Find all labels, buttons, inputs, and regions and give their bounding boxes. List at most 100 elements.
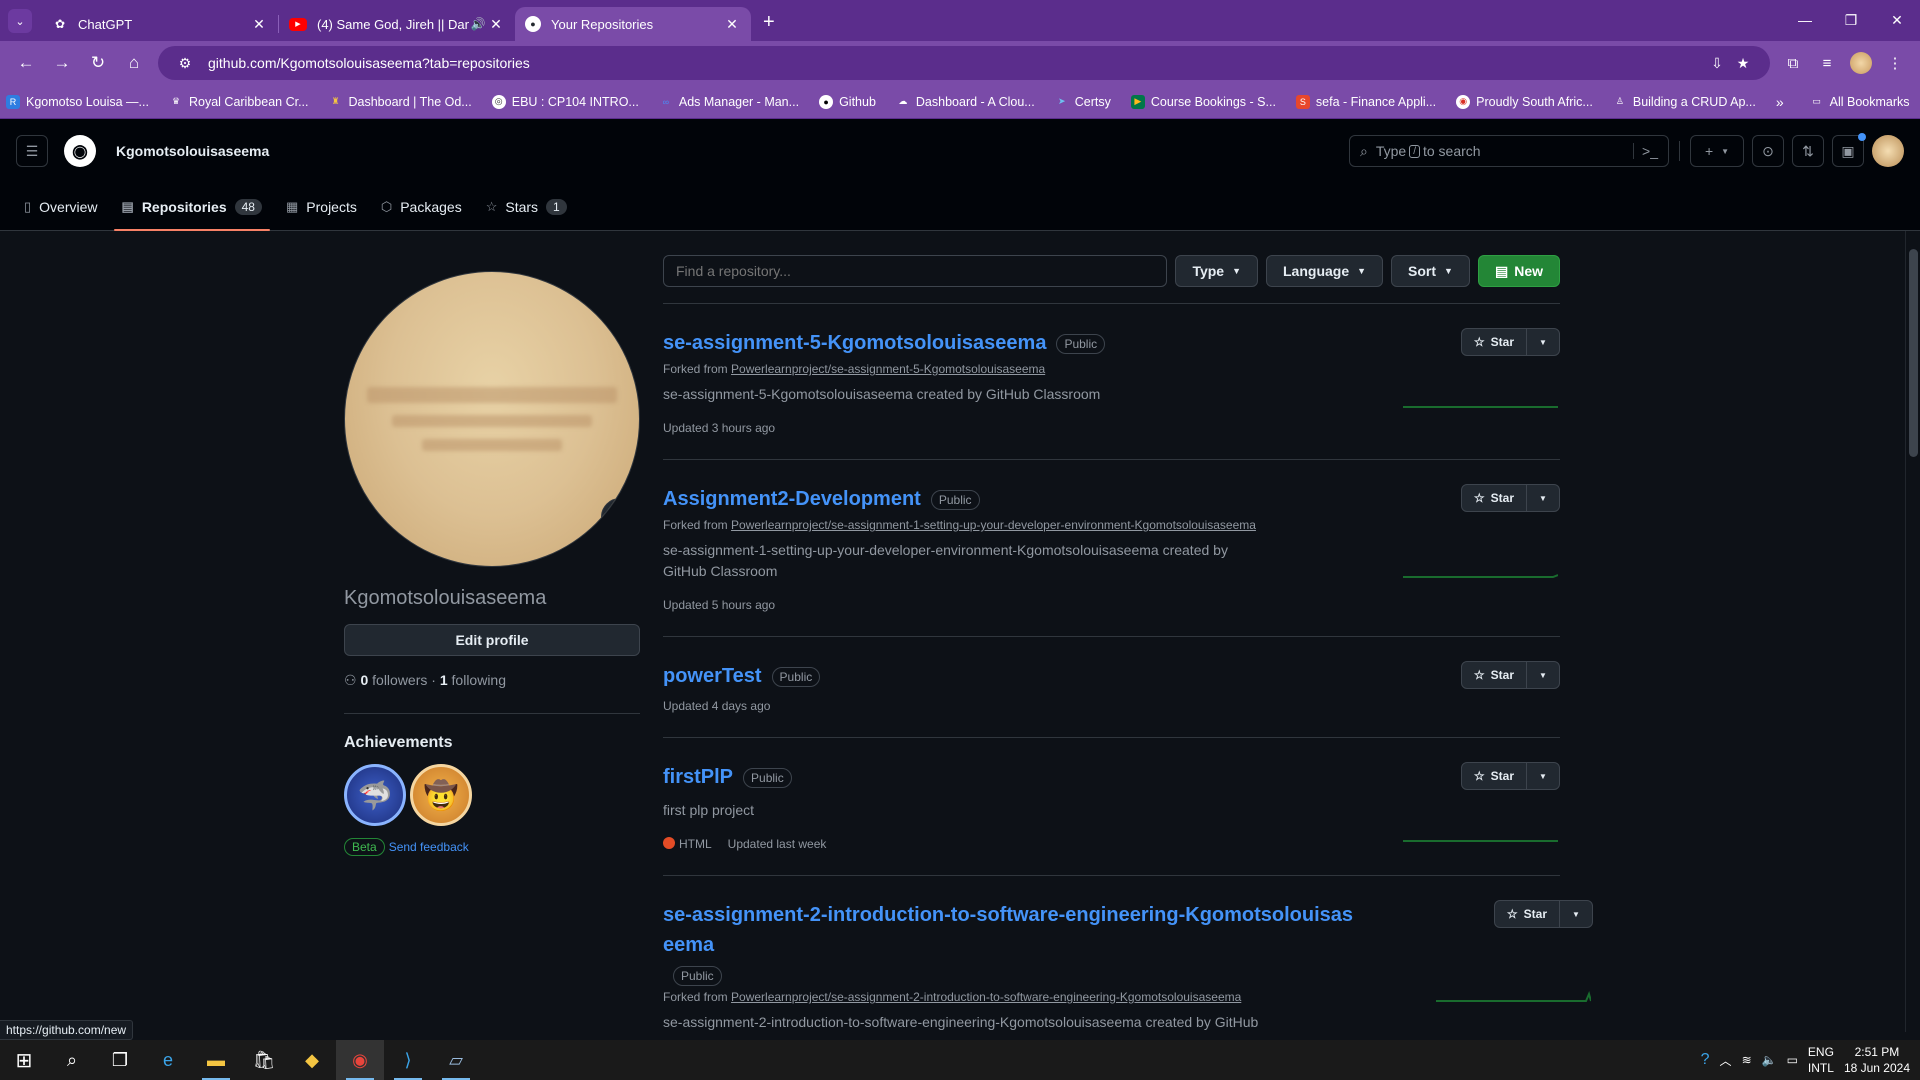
forked-from-link[interactable]: Powerlearnproject/se-assignment-2-introd… bbox=[731, 990, 1241, 1004]
speaker-icon[interactable]: 🔊 bbox=[469, 17, 487, 31]
star-button[interactable]: ☆ Star ▼ bbox=[1460, 328, 1560, 356]
close-icon[interactable]: ✕ bbox=[487, 16, 505, 33]
more-bookmarks-chevron-icon[interactable]: » bbox=[1776, 94, 1784, 110]
inbox-icon[interactable]: ▣ bbox=[1832, 133, 1866, 167]
star-button[interactable]: ☆ Star ▼ bbox=[1493, 900, 1593, 928]
forked-from-link[interactable]: Powerlearnproject/se-assignment-5-Kgomot… bbox=[731, 362, 1045, 376]
sort-button[interactable]: Sort ▼ bbox=[1391, 255, 1470, 287]
close-icon[interactable]: ✕ bbox=[250, 16, 268, 33]
edit-profile-button[interactable]: Edit profile bbox=[344, 624, 640, 656]
scrollbar-thumb[interactable] bbox=[1909, 249, 1918, 457]
microsoft-store-icon[interactable]: 🛍 bbox=[240, 1040, 288, 1080]
bookmark-item[interactable]: ♛ Royal Caribbean Cr... bbox=[169, 95, 309, 109]
star-lists-dropdown-icon[interactable]: ▼ bbox=[1527, 763, 1559, 789]
star-lists-dropdown-icon[interactable]: ▼ bbox=[1560, 901, 1592, 927]
find-repository-input[interactable] bbox=[663, 255, 1168, 287]
minimize-icon[interactable]: — bbox=[1782, 0, 1828, 40]
star-lists-dropdown-icon[interactable]: ▼ bbox=[1527, 662, 1559, 688]
repo-name-link[interactable]: se-assignment-5-Kgomotsolouisaseema bbox=[663, 328, 1046, 358]
extensions-icon[interactable]: ⧉ bbox=[1776, 46, 1810, 80]
tab-projects[interactable]: ▦ Projects bbox=[278, 183, 365, 230]
star-button[interactable]: ☆ Star ▼ bbox=[1460, 762, 1560, 790]
issues-icon[interactable]: ⊙ bbox=[1752, 135, 1784, 167]
bookmark-item[interactable]: Ssefa - Finance Appli... bbox=[1295, 94, 1436, 109]
install-app-icon[interactable]: ⇩ bbox=[1704, 55, 1730, 72]
omnibox[interactable]: ⚙ github.com/Kgomotsolouisaseema?tab=rep… bbox=[158, 46, 1770, 80]
github-logo-icon[interactable]: ◉ bbox=[64, 135, 96, 167]
repo-name-link[interactable]: se-assignment-2-introduction-to-software… bbox=[663, 900, 1363, 960]
wifi-icon[interactable]: ≋ bbox=[1742, 1053, 1752, 1067]
media-control-icon[interactable]: ≡ bbox=[1810, 46, 1844, 80]
reload-icon[interactable]: ↻ bbox=[80, 45, 116, 81]
task-view-icon[interactable]: ❐ bbox=[96, 1040, 144, 1080]
tab-packages[interactable]: ⬡ Packages bbox=[373, 183, 470, 230]
forked-from-link[interactable]: Powerlearnproject/se-assignment-1-settin… bbox=[731, 518, 1256, 532]
url-text[interactable]: github.com/Kgomotsolouisaseema?tab=repos… bbox=[208, 55, 1704, 71]
profile-avatar[interactable]: ☺ bbox=[344, 271, 640, 567]
repo-name-link[interactable]: Assignment2-Development bbox=[663, 484, 921, 514]
profile-avatar[interactable] bbox=[1844, 46, 1878, 80]
tab-repositories[interactable]: ▤ Repositories 48 bbox=[113, 183, 271, 231]
kebab-menu-icon[interactable]: ⋮ bbox=[1878, 46, 1912, 80]
windows-start-icon[interactable]: ⊞ bbox=[0, 1040, 48, 1080]
new-repository-button[interactable]: ▤ New bbox=[1477, 255, 1560, 287]
star-lists-dropdown-icon[interactable]: ▼ bbox=[1527, 485, 1559, 511]
user-avatar[interactable] bbox=[1872, 135, 1904, 167]
repo-name-link[interactable]: powerTest bbox=[663, 661, 762, 691]
create-new-button[interactable]: + ▼ bbox=[1690, 135, 1744, 167]
tab-stars[interactable]: ☆ Stars 1 bbox=[478, 183, 575, 230]
vertical-scrollbar[interactable] bbox=[1905, 231, 1920, 1032]
search-input[interactable]: ⌕ Type / to search >_ bbox=[1349, 135, 1669, 167]
pull-requests-icon[interactable]: ⇅ bbox=[1792, 135, 1824, 167]
bookmark-item[interactable]: ◉ Proudly South Afric... bbox=[1456, 94, 1593, 109]
bookmark-item[interactable]: ● Github bbox=[819, 94, 876, 109]
shark-achievement-badge[interactable]: 🦈 bbox=[344, 764, 406, 826]
send-feedback-link[interactable]: Send feedback bbox=[389, 840, 469, 854]
file-explorer-icon[interactable]: ▬ bbox=[192, 1040, 240, 1080]
command-palette-icon[interactable]: >_ bbox=[1633, 143, 1658, 159]
type-filter-button[interactable]: Type ▼ bbox=[1175, 255, 1258, 287]
restore-icon[interactable]: ❐ bbox=[1828, 0, 1874, 40]
help-icon[interactable]: ? bbox=[1701, 1051, 1710, 1069]
language-filter-button[interactable]: Language ▼ bbox=[1266, 255, 1384, 287]
followers-link[interactable]: 0 followers bbox=[360, 672, 427, 688]
star-button[interactable]: ☆ Star ▼ bbox=[1460, 484, 1560, 512]
git-icon[interactable]: ◆ bbox=[288, 1040, 336, 1080]
repo-name-link[interactable]: firstPlP bbox=[663, 762, 733, 792]
bookmark-item[interactable]: ◎ EBU : CP104 INTRO... bbox=[491, 94, 639, 109]
star-button[interactable]: ☆ Star ▼ bbox=[1460, 661, 1560, 689]
all-bookmarks[interactable]: ▭ All Bookmarks bbox=[1810, 95, 1909, 109]
input-language[interactable]: ENG INTL bbox=[1808, 1044, 1834, 1076]
hamburger-menu-icon[interactable]: ☰ bbox=[16, 135, 48, 167]
edge-browser-icon[interactable]: e bbox=[144, 1040, 192, 1080]
editor-app-icon[interactable]: ▱ bbox=[432, 1040, 480, 1080]
bookmark-star-icon[interactable]: ★ bbox=[1730, 55, 1756, 72]
volume-icon[interactable]: 🔈 bbox=[1762, 1053, 1777, 1067]
chrome-icon[interactable]: ◉ bbox=[336, 1040, 384, 1080]
cowboy-achievement-badge[interactable]: 🤠 bbox=[410, 764, 472, 826]
set-status-smiley-icon[interactable]: ☺ bbox=[601, 498, 639, 536]
tab-overview[interactable]: ▯ Overview bbox=[16, 183, 106, 230]
tab-youtube[interactable]: ▶ (4) Same God, Jireh || Dante 🔊 ✕ bbox=[279, 7, 515, 41]
tab-chatgpt[interactable]: ✿ ChatGPT ✕ bbox=[42, 7, 278, 41]
system-clock[interactable]: 2:51 PM 18 Jun 2024 bbox=[1844, 1044, 1910, 1076]
bookmark-item[interactable]: ☁ Dashboard - A Clou... bbox=[896, 95, 1034, 109]
header-username[interactable]: Kgomotsolouisaseema bbox=[116, 143, 269, 159]
bookmark-item[interactable]: ♙ Building a CRUD Ap... bbox=[1613, 95, 1756, 109]
show-hidden-icons-chevron-icon[interactable]: ︿ bbox=[1720, 1052, 1732, 1069]
bookmark-item[interactable]: ∞ Ads Manager - Man... bbox=[659, 95, 799, 109]
search-icon[interactable]: ⌕ bbox=[48, 1040, 96, 1080]
home-icon[interactable]: ⌂ bbox=[116, 45, 152, 81]
site-info-icon[interactable]: ⚙ bbox=[172, 55, 198, 72]
bookmark-item[interactable]: ▶ Course Bookings - S... bbox=[1130, 94, 1276, 109]
new-tab-button[interactable]: + bbox=[763, 11, 775, 34]
back-icon[interactable]: ← bbox=[8, 45, 44, 81]
following-link[interactable]: 1 following bbox=[440, 672, 506, 688]
notification-icon[interactable]: ▭ bbox=[1787, 1053, 1798, 1067]
bookmark-item[interactable]: ♜ Dashboard | The Od... bbox=[329, 95, 471, 109]
forward-icon[interactable]: → bbox=[44, 45, 80, 81]
bookmark-item[interactable]: R Kgomotso Louisa —... bbox=[6, 94, 149, 109]
close-window-icon[interactable]: ✕ bbox=[1874, 0, 1920, 40]
close-icon[interactable]: ✕ bbox=[723, 16, 741, 33]
star-lists-dropdown-icon[interactable]: ▼ bbox=[1527, 329, 1559, 355]
